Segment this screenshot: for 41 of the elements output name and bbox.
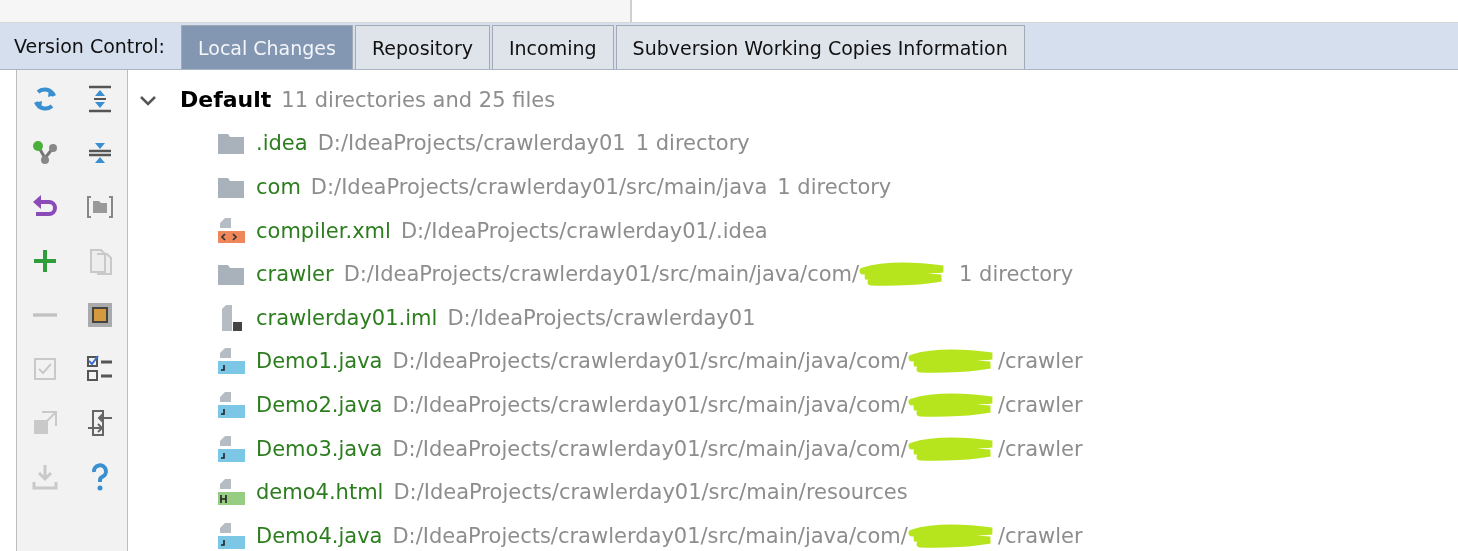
changelist-summary: 11 directories and 25 files — [281, 87, 556, 112]
file-name: crawlerday01.iml — [256, 305, 438, 330]
file-name: crawler — [256, 262, 334, 287]
file-path: /crawler — [997, 349, 1083, 374]
file-path: D:/IdeaProjects/crawlerday01/src/main/java/com/ — [392, 349, 908, 374]
java-file-icon — [216, 389, 246, 420]
file-path: /crawler — [997, 436, 1083, 461]
file-note: 1 directory — [635, 131, 750, 156]
file-path: D:/IdeaProjects/crawlerday01/src/main/java/com/ — [392, 523, 908, 548]
java-file-icon — [216, 520, 246, 551]
file-name: compiler.xml — [256, 218, 391, 243]
tab[interactable]: Repository — [354, 25, 490, 69]
file-name: com — [256, 175, 301, 199]
file-path: D:/IdeaProjects/crawlerday01 — [317, 131, 626, 156]
file-note: 1 directory — [777, 175, 892, 199]
tab[interactable]: Incoming — [491, 25, 614, 69]
changelist-name: Default — [180, 87, 272, 113]
minus-icon — [32, 313, 57, 317]
tab[interactable]: Subversion Working Copies Information — [615, 25, 1025, 69]
file-name: Demo2.java — [256, 392, 383, 417]
file-path: D:/IdeaProjects/crawlerday01/src/main/java/com/ — [392, 392, 908, 417]
file-name: Demo3.java — [256, 436, 383, 461]
java-file-icon — [216, 433, 246, 464]
file-path: /crawler — [997, 523, 1083, 548]
java-file-icon — [216, 346, 246, 377]
file-name: .idea — [256, 131, 308, 156]
html-file-icon — [216, 477, 246, 508]
file-path: D:/IdeaProjects/crawlerday01 — [447, 305, 756, 330]
file-path: D:/IdeaProjects/crawlerday01/src/main/java — [310, 175, 768, 199]
file-path: D:/IdeaProjects/crawlerday01/src/main/java/com/ — [343, 262, 860, 287]
tab-bar-label: Version Control: — [14, 34, 166, 59]
file-path: D:/IdeaProjects/crawlerday01/src/main/resources — [393, 480, 908, 505]
file-path: D:/IdeaProjects/crawlerday01/.idea — [400, 218, 768, 243]
file-name: Demo1.java — [256, 349, 383, 374]
file-path: D:/IdeaProjects/crawlerday01/src/main/java/com/ — [392, 436, 908, 461]
file-name: demo4.html — [256, 480, 384, 505]
xml-file-icon — [216, 215, 246, 246]
file-name: Demo4.java — [256, 523, 383, 548]
checklist-icon — [84, 354, 115, 384]
file-path: /crawler — [997, 392, 1083, 417]
file-note: 1 directory — [959, 262, 1074, 287]
